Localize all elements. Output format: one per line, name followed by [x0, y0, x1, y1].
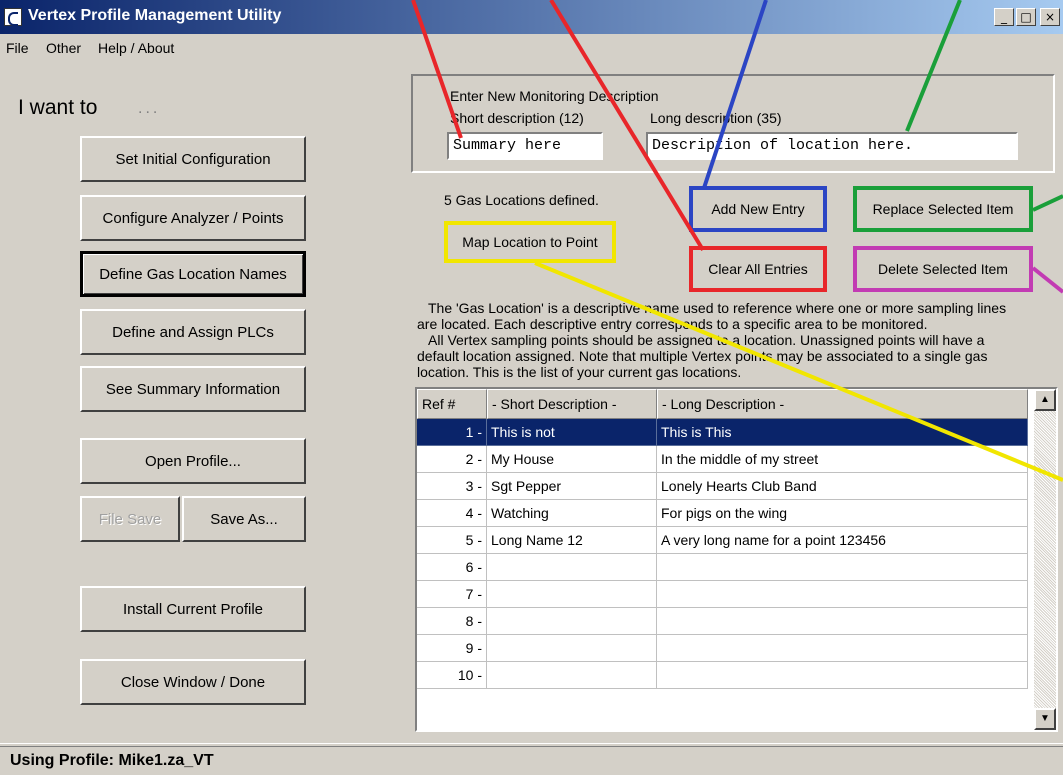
yellow-callout-line: [534, 261, 1063, 482]
status-bar: Using Profile: Mike1.za_VT: [0, 746, 1063, 775]
magenta-callout-line: [1031, 266, 1063, 294]
green-callout-line: [1032, 194, 1063, 212]
annotation-overlay: [411, 0, 1063, 482]
blue-callout-line: [702, 0, 768, 189]
green-callout-line: [905, 0, 962, 132]
red-callout-line: [411, 0, 463, 139]
red-callout-line: [549, 0, 705, 252]
status-divider: [0, 743, 1063, 744]
